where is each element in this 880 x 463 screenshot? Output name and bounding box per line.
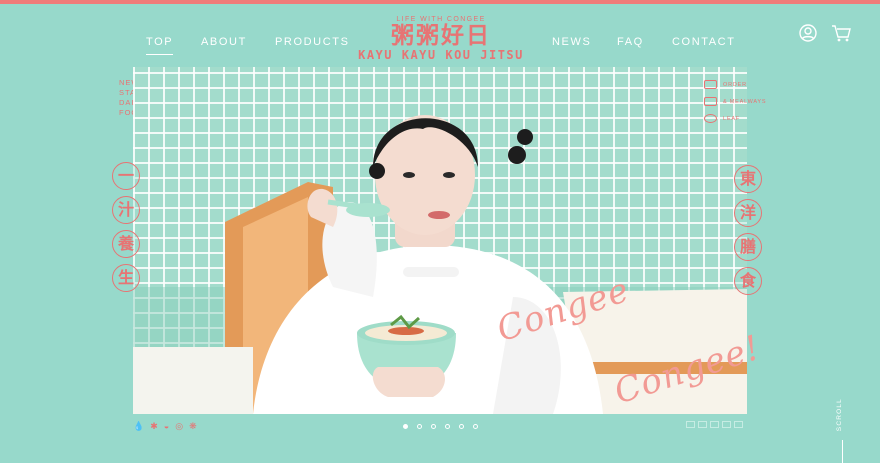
mealways-icon bbox=[704, 97, 717, 106]
thumb[interactable] bbox=[686, 421, 695, 428]
left-char: 汁 bbox=[112, 196, 140, 224]
right-char: 食 bbox=[734, 267, 762, 295]
nav-contact[interactable]: CONTACT bbox=[672, 36, 736, 48]
top-accent-bar bbox=[0, 0, 880, 4]
slider-dot[interactable] bbox=[431, 424, 436, 429]
side-menu-order[interactable]: ORDER bbox=[704, 80, 747, 89]
slider-dot[interactable] bbox=[445, 424, 450, 429]
nav-faq[interactable]: FAQ bbox=[617, 36, 644, 48]
right-vertical-title: 東 洋 膳 食 bbox=[734, 165, 764, 301]
nav-products[interactable]: PRODUCTS bbox=[275, 36, 350, 48]
slider-pagination bbox=[403, 424, 478, 429]
left-char: 一 bbox=[112, 162, 140, 190]
nav-about[interactable]: ABOUT bbox=[201, 36, 247, 48]
thumb[interactable] bbox=[722, 421, 731, 428]
eye-icon: ◎ bbox=[175, 421, 184, 431]
leaf-icon bbox=[704, 114, 717, 123]
user-icon[interactable] bbox=[797, 22, 819, 44]
logo-kanji: 粥粥好日 bbox=[391, 22, 491, 49]
slide-thumbnails bbox=[686, 421, 743, 428]
thumb[interactable] bbox=[710, 421, 719, 428]
left-char: 養 bbox=[112, 230, 140, 258]
thumb[interactable] bbox=[698, 421, 707, 428]
bowl-icon: ◒ bbox=[163, 421, 170, 431]
left-vertical-title: 一 汁 養 生 bbox=[112, 162, 142, 298]
left-char: 生 bbox=[112, 264, 140, 292]
side-menu-label: & MEALWAYS bbox=[723, 98, 767, 105]
order-icon bbox=[704, 80, 717, 89]
right-char: 洋 bbox=[734, 199, 762, 227]
side-menu-label: ORDER bbox=[723, 81, 747, 88]
footer-icons: 💧 ✱ ◒ ◎ ❋ bbox=[133, 421, 197, 431]
cart-icon[interactable] bbox=[830, 22, 852, 44]
nav-top[interactable]: TOP bbox=[146, 36, 174, 55]
flower-icon: ❋ bbox=[189, 421, 197, 431]
right-char: 膳 bbox=[734, 233, 762, 261]
scroll-indicator[interactable]: SCROLL bbox=[836, 398, 843, 431]
slider-dot[interactable] bbox=[403, 424, 408, 429]
slider-dot[interactable] bbox=[459, 424, 464, 429]
nav-news[interactable]: NEWS bbox=[552, 36, 591, 48]
side-menu-mealways[interactable]: & MEALWAYS bbox=[704, 97, 766, 106]
thumb[interactable] bbox=[734, 421, 743, 428]
drop-icon: 💧 bbox=[133, 421, 145, 431]
right-char: 東 bbox=[734, 165, 762, 193]
scroll-line bbox=[842, 440, 843, 463]
slider-dot[interactable] bbox=[417, 424, 422, 429]
tree-icon: ✱ bbox=[150, 421, 158, 431]
slider-dot[interactable] bbox=[473, 424, 478, 429]
side-menu-label: LEAF bbox=[723, 115, 740, 122]
logo-roman: KAYU KAYU KOU JITSU bbox=[358, 48, 524, 62]
side-menu-leaf[interactable]: LEAF bbox=[704, 114, 740, 123]
